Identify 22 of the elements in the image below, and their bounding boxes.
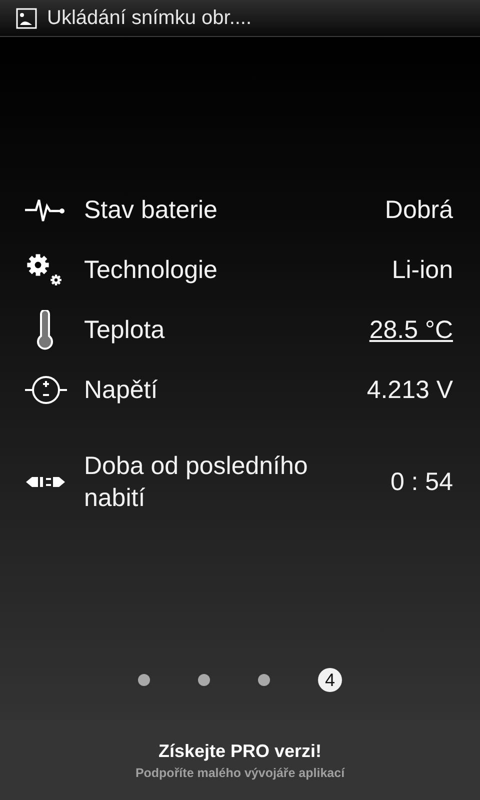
info-value: 4.213 V [366, 376, 453, 404]
notification-text: Ukládání snímku obr.... [47, 6, 252, 30]
page-indicator[interactable]: 4 [318, 668, 342, 692]
page-indicator[interactable] [138, 674, 150, 686]
promo-title: Získejte PRO verzi! [158, 740, 322, 762]
info-label: Napětí [84, 375, 159, 406]
info-label: Teplota [84, 315, 166, 346]
info-label: Stav baterie [84, 195, 218, 226]
image-icon [16, 8, 37, 28]
promo-subtitle: Podpoříte malého vývojáře aplikací [135, 766, 345, 780]
thermometer-icon [34, 310, 56, 350]
page-indicator[interactable] [198, 674, 210, 686]
page-indicator[interactable] [258, 674, 270, 686]
info-value: 0 : 54 [390, 468, 453, 496]
pulse-icon [24, 197, 66, 223]
voltage-icon [24, 373, 68, 407]
value-link[interactable]: 28.5 °C [369, 316, 453, 344]
info-label: Technologie [84, 255, 218, 286]
promo-banner[interactable]: Získejte PRO verzi! Podpoříte malého vývojáře aplikací [0, 720, 480, 800]
info-value: Li-ion [392, 256, 453, 284]
info-value: Dobrá [384, 196, 453, 224]
info-label: Doba od posledního nabití [84, 451, 309, 514]
